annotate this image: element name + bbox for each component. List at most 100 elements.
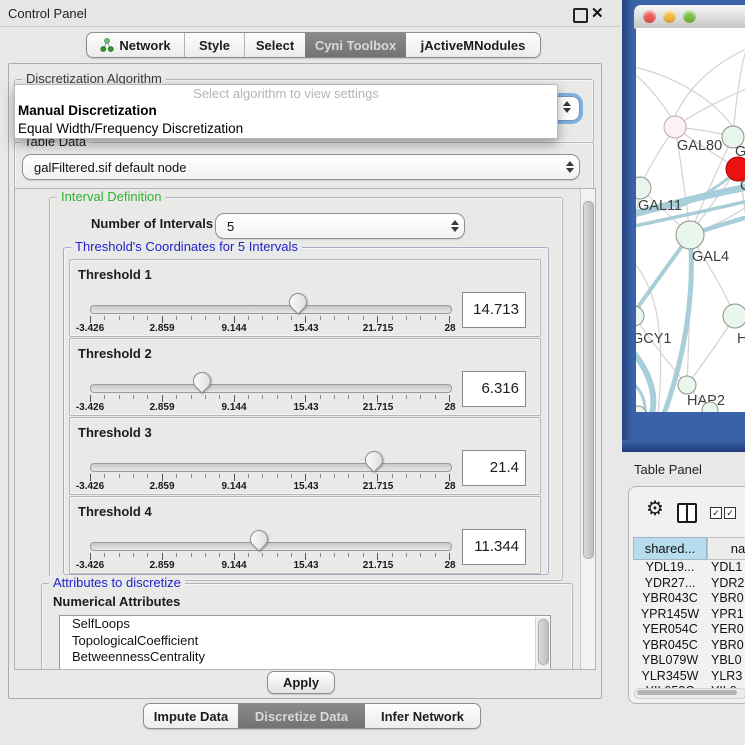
tick-mark <box>277 316 278 320</box>
threshold-panel-2: Threshold 2 -3.4262.8599.14415.4321.71528… <box>69 338 541 416</box>
split-columns-icon[interactable] <box>677 503 697 523</box>
network-node-HAP2[interactable] <box>678 376 696 394</box>
threshold-slider-track[interactable] <box>90 305 452 314</box>
cell-shared-name: YDR27... <box>633 576 707 592</box>
column-header-name[interactable]: na <box>707 537 745 560</box>
attributes-group-label: Attributes to discretize <box>49 576 185 590</box>
table-data-value: galFiltered.sif default node <box>23 160 561 175</box>
table-horizontal-scrollbar[interactable] <box>634 688 745 699</box>
threshold-label: Threshold 1 <box>78 267 152 282</box>
list-item[interactable]: BetweennessCentrality <box>60 649 550 666</box>
network-node-GAL80[interactable] <box>664 116 686 138</box>
gear-icon[interactable]: ⚙ <box>646 499 664 519</box>
threshold-label: Threshold 2 <box>78 346 152 361</box>
tab-network-label: Network <box>119 38 170 53</box>
slider-tick-labels: -3.4262.8599.14415.4321.71528 <box>90 402 450 413</box>
tick-mark <box>234 316 235 323</box>
tick-mark <box>234 474 235 481</box>
apply-button[interactable]: Apply <box>267 671 335 694</box>
tab-cyni-toolbox[interactable]: Cyni Toolbox <box>305 33 406 57</box>
tick-mark <box>320 316 321 320</box>
column-header-shared-name[interactable]: shared... <box>633 537 707 560</box>
threshold-slider-track[interactable] <box>90 384 452 393</box>
tick-label: 21.715 <box>363 481 394 492</box>
dropdown-option-manual[interactable]: Manual Discretization <box>15 102 557 120</box>
tick-label: 15.43 <box>293 481 318 492</box>
tick-mark <box>435 316 436 320</box>
number-of-intervals-combobox[interactable]: 5 <box>215 213 465 239</box>
tick-mark <box>262 316 263 320</box>
network-window-titlebar[interactable] <box>634 5 745 29</box>
table-row[interactable]: YBR045CYBR0 <box>633 638 745 654</box>
tick-mark <box>147 553 148 557</box>
close-traffic-light[interactable] <box>643 10 656 23</box>
list-item[interactable]: TopologicalCoefficient <box>60 633 550 650</box>
table-row[interactable]: YLR345WYLR3 <box>633 669 745 685</box>
network-graph[interactable]: GAL80GACGAL11GAL4GCY1HHAP2 <box>636 28 745 412</box>
list-scrollbar-thumb[interactable] <box>538 619 549 665</box>
tick-label: 9.144 <box>221 402 246 413</box>
cell-name: YER0 <box>707 622 745 638</box>
list-item[interactable]: SelfLoops <box>60 616 550 633</box>
tab-discretize-data[interactable]: Discretize Data <box>238 704 365 728</box>
checkbox-icon[interactable]: ✓ <box>724 507 736 519</box>
tab-jactivemnodules[interactable]: jActiveMNodules <box>406 33 540 57</box>
network-node-H[interactable] <box>723 304 745 328</box>
threshold-value-field[interactable]: 11.344 <box>462 529 526 565</box>
tab-impute-data[interactable]: Impute Data <box>144 704 238 728</box>
table-row[interactable]: YPR145WYPR1 <box>633 607 745 623</box>
threshold-value-field[interactable]: 14.713 <box>462 292 526 328</box>
panel-scrollbar[interactable] <box>580 189 596 669</box>
network-node-GCY1[interactable] <box>636 306 644 326</box>
tab-infer-network[interactable]: Infer Network <box>365 704 480 728</box>
network-edge <box>733 53 745 137</box>
table-row[interactable]: YDR27...YDR2 <box>633 576 745 592</box>
tick-mark <box>348 395 349 399</box>
table-row[interactable]: YBL079WYBL0 <box>633 653 745 669</box>
network-edge <box>636 66 733 127</box>
table-data-combobox[interactable]: galFiltered.sif default node <box>22 154 580 180</box>
tick-mark <box>162 395 163 402</box>
zoom-traffic-light[interactable] <box>683 10 696 23</box>
threshold-value-field[interactable]: 21.4 <box>462 450 526 486</box>
settings-scroll-area: Interval Definition Number of Intervals … <box>14 188 596 670</box>
tick-mark <box>162 474 163 481</box>
tick-label: -3.426 <box>76 402 104 413</box>
table-row[interactable]: YDL19...YDL1 <box>633 560 745 576</box>
close-icon[interactable]: ✕ <box>591 4 604 22</box>
tick-mark <box>305 395 306 402</box>
tick-mark <box>262 553 263 557</box>
threshold-value-field[interactable]: 6.316 <box>462 371 526 407</box>
numerical-attributes-list[interactable]: SelfLoopsTopologicalCoefficientBetweenne… <box>59 615 551 670</box>
list-scrollbar[interactable] <box>535 617 549 670</box>
tick-label: 9.144 <box>221 481 246 492</box>
tick-mark <box>191 395 192 399</box>
cell-name: YDL1 <box>707 560 745 576</box>
network-node-GAL4[interactable] <box>676 221 704 249</box>
dropdown-option-equal-width[interactable]: Equal Width/Frequency Discretization <box>15 120 557 138</box>
tab-select[interactable]: Select <box>244 33 305 57</box>
float-window-icon[interactable] <box>573 8 588 23</box>
table-row[interactable]: YER054CYER0 <box>633 622 745 638</box>
tab-select-label: Select <box>256 38 294 53</box>
threshold-slider-track[interactable] <box>90 463 452 472</box>
tab-style[interactable]: Style <box>184 33 244 57</box>
tick-label: 15.43 <box>293 323 318 334</box>
combo-arrows-icon <box>561 161 579 173</box>
tick-mark <box>205 553 206 557</box>
tab-network[interactable]: Network <box>87 33 184 57</box>
threshold-panel-3: Threshold 3-3.4262.8599.14415.4321.71528… <box>69 417 541 495</box>
table-row[interactable]: YBR043CYBR0 <box>633 591 745 607</box>
checkbox-icon[interactable]: ✓ <box>710 507 722 519</box>
network-canvas[interactable]: GAL80GACGAL11GAL4GCY1HHAP2 <box>636 28 745 412</box>
threshold-slider-track[interactable] <box>90 542 452 551</box>
minimize-traffic-light[interactable] <box>663 10 676 23</box>
panel-scrollbar-thumb[interactable] <box>583 201 594 559</box>
tab-infer-network-label: Infer Network <box>381 709 464 724</box>
tick-mark <box>320 395 321 399</box>
dropdown-placeholder[interactable]: Select algorithm to view settings <box>15 85 557 102</box>
tick-mark <box>205 474 206 478</box>
tick-mark <box>392 553 393 557</box>
algorithm-dropdown-popup: Select algorithm to view settings Manual… <box>14 84 558 139</box>
table-hscroll-thumb[interactable] <box>637 690 737 695</box>
